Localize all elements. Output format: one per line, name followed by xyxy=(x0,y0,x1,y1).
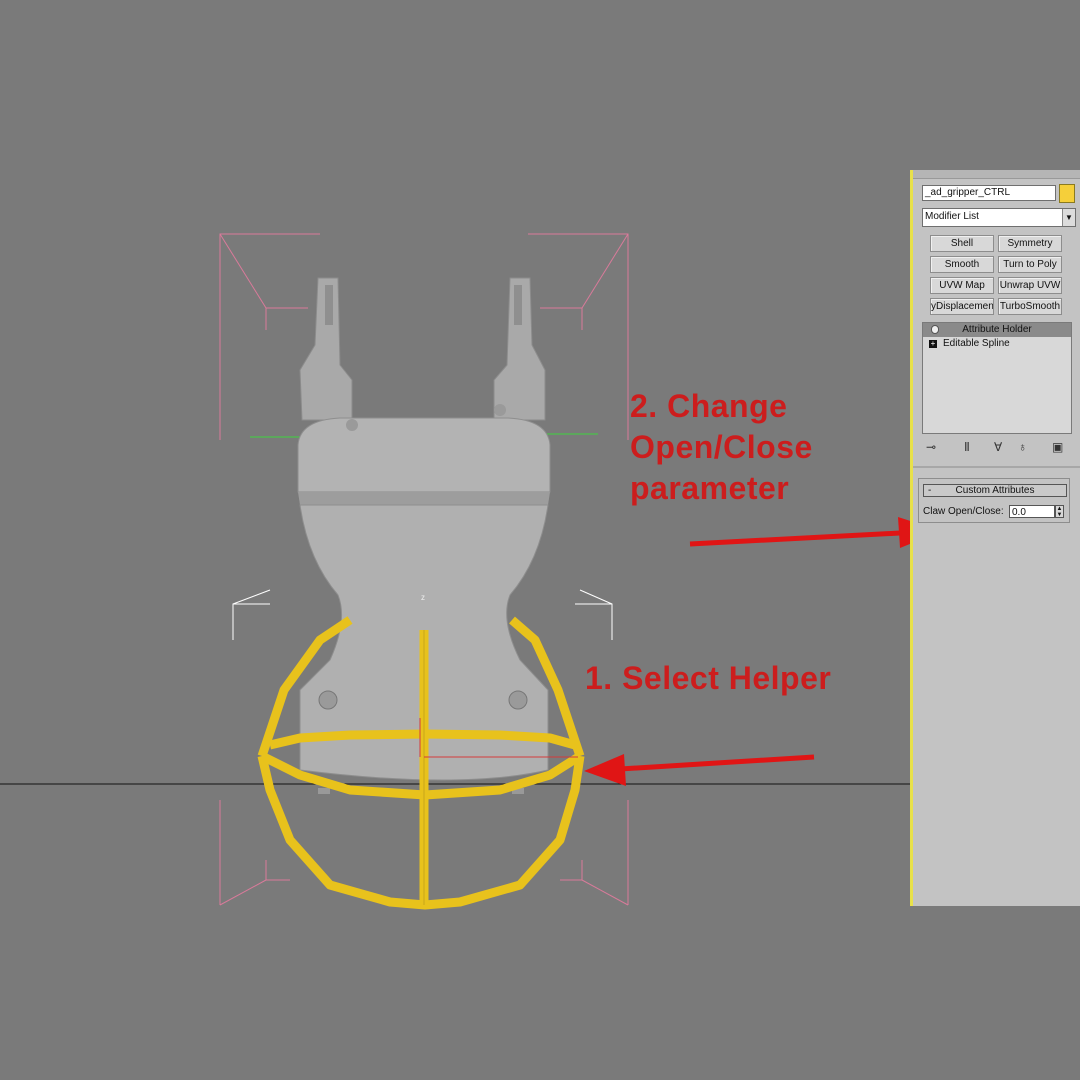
annotation-step-1: 1. Select Helper xyxy=(585,660,832,696)
rollout-title: Custom Attributes xyxy=(955,485,1035,496)
chevron-down-icon[interactable]: ▼ xyxy=(1062,209,1075,226)
arrow-to-helper xyxy=(584,754,815,786)
configure-sets-icon[interactable]: ▣ xyxy=(1052,440,1063,454)
annotation-step-2: 2. Change Open/Close parameter xyxy=(630,388,813,506)
modifier-list-dropdown[interactable]: Modifier List ▼ xyxy=(922,208,1076,227)
plus-icon[interactable]: + xyxy=(929,340,937,348)
axis-label-z: z xyxy=(421,593,425,602)
arrow-to-parameter xyxy=(689,517,912,548)
command-panel-tabs[interactable] xyxy=(913,170,1080,179)
modifier-button-smooth[interactable]: Smooth xyxy=(930,256,994,273)
custom-attributes-rollout: - Custom Attributes Claw Open/Close: 0.0… xyxy=(918,478,1070,523)
claw-open-close-label: Claw Open/Close: xyxy=(923,506,1004,517)
show-end-result-icon[interactable]: Ⅱ xyxy=(964,440,970,454)
remove-modifier-icon[interactable]: ♁ xyxy=(1018,440,1027,454)
viewport-background-filler xyxy=(910,906,1080,1080)
collapse-icon[interactable]: - xyxy=(928,485,931,496)
make-unique-icon[interactable]: ∀ xyxy=(994,440,1002,454)
modifier-button-uvw-map[interactable]: UVW Map xyxy=(930,277,994,294)
stack-item-attribute-holder[interactable]: Attribute Holder xyxy=(923,323,1071,337)
object-name-field[interactable]: _ad_gripper_CTRL xyxy=(922,185,1056,201)
bounding-box-top xyxy=(219,233,629,440)
light-bulb-icon[interactable] xyxy=(931,325,939,334)
spinner-arrows-icon[interactable]: ▲ ▼ xyxy=(1055,505,1064,518)
modifier-button-turn-to-poly[interactable]: Turn to Poly xyxy=(998,256,1062,273)
stack-toolbar: ⊸ Ⅱ ∀ ♁ ▣ xyxy=(922,440,1072,458)
modifier-button-shell[interactable]: Shell xyxy=(930,235,994,252)
stack-item-label: Attribute Holder xyxy=(962,324,1032,335)
viewport-scene: z xyxy=(0,233,912,910)
stack-item-editable-spline[interactable]: + Editable Spline xyxy=(923,337,1071,351)
rollout-header[interactable]: - Custom Attributes xyxy=(923,484,1067,497)
panel-divider xyxy=(913,466,1080,468)
viewport-front[interactable]: z 2. Change Open/Close parameter 1. Sele… xyxy=(0,0,912,1080)
object-color-swatch[interactable] xyxy=(1059,184,1075,203)
modifier-button-unwrap-uvw[interactable]: Unwrap UVW xyxy=(998,277,1062,294)
modifier-list-label: Modifier List xyxy=(925,211,979,222)
stack-item-label: Editable Spline xyxy=(943,338,1010,349)
command-panel-modify: _ad_gripper_CTRL Modifier List ▼ Shell S… xyxy=(913,170,1080,906)
modifier-button-symmetry[interactable]: Symmetry xyxy=(998,235,1062,252)
modifier-button-turbosmooth[interactable]: TurboSmooth xyxy=(998,298,1062,315)
claw-open-close-spinner[interactable]: 0.0 xyxy=(1009,505,1055,518)
modifier-stack[interactable]: Attribute Holder + Editable Spline xyxy=(922,322,1072,434)
pin-stack-icon[interactable]: ⊸ xyxy=(926,440,936,454)
modifier-button-displacement[interactable]: yDisplacement xyxy=(930,298,994,315)
